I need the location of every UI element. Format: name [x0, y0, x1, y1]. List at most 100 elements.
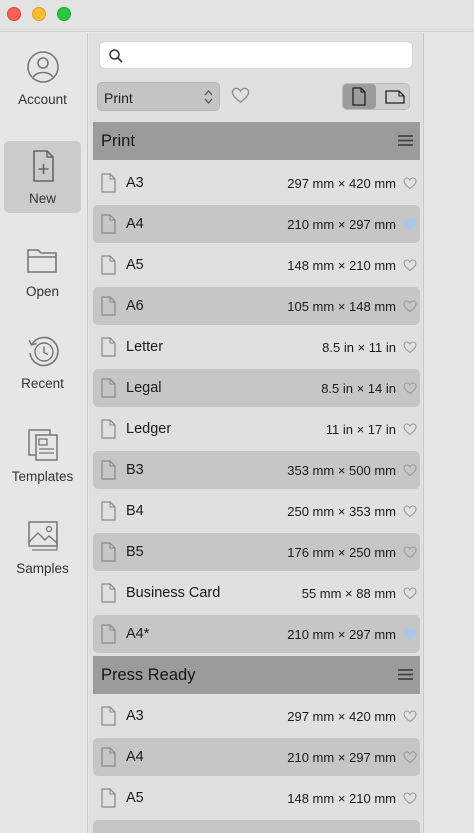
search-icon [109, 49, 123, 63]
sidebar-item-templates[interactable]: Templates [4, 419, 81, 491]
search-input[interactable] [128, 45, 408, 65]
paper-dimensions: 148 mm × 210 mm [287, 258, 396, 273]
paper-size-name: A4 [126, 749, 144, 765]
filter-toolbar: Print [89, 77, 423, 117]
category-select-value: Print [104, 90, 133, 106]
sidebar-item-label: Open [25, 284, 60, 299]
paper-size-name: A3 [126, 175, 144, 191]
category-select[interactable]: Print [97, 82, 220, 111]
page-icon [101, 583, 116, 603]
sidebar-item-label: Samples [16, 561, 69, 576]
list-item[interactable]: A4 210 mm × 297 mm [93, 738, 420, 776]
orientation-toggle [342, 83, 410, 110]
paper-size-name: B5 [126, 544, 144, 560]
paper-size-name: A4* [126, 626, 150, 642]
list-item[interactable]: A6 105 mm × 148 mm [93, 287, 420, 325]
paper-dimensions: 250 mm × 353 mm [287, 504, 396, 519]
paper-size-name: Business Card [126, 585, 221, 601]
favorite-heart-icon[interactable] [403, 791, 417, 805]
list-item[interactable]: A4 210 mm × 297 mm [93, 205, 420, 243]
sidebar-item-new[interactable]: New [4, 141, 81, 213]
page-icon [101, 255, 116, 275]
paper-dimensions: 210 mm × 297 mm [287, 217, 396, 232]
paper-dimensions: 148 mm × 210 mm [287, 791, 396, 806]
favorite-heart-icon[interactable] [403, 217, 417, 231]
paper-size-name: B3 [126, 462, 144, 478]
page-icon [101, 501, 116, 521]
sidebar-item-open[interactable]: Open [4, 234, 81, 306]
portrait-page-icon [352, 87, 366, 106]
list-item[interactable]: B3 353 mm × 500 mm [93, 451, 420, 489]
sidebar-item-label: Account [18, 92, 67, 107]
new-document-icon [33, 150, 54, 182]
paper-dimensions: 353 mm × 500 mm [287, 463, 396, 478]
page-icon [101, 419, 116, 439]
list-item[interactable]: Ledger 11 in × 17 in [93, 410, 420, 448]
paper-size-name: B4 [126, 503, 144, 519]
landscape-page-icon [385, 90, 405, 104]
paper-size-name: Letter [126, 339, 164, 355]
page-icon [101, 788, 116, 808]
page-icon [101, 296, 116, 316]
list-item[interactable]: A4* 210 mm × 297 mm [93, 615, 420, 653]
sidebar-item-recent[interactable]: Recent [4, 326, 81, 398]
page-icon [101, 173, 116, 193]
hamburger-menu-icon[interactable] [398, 134, 413, 147]
favorite-heart-icon[interactable] [403, 750, 417, 764]
window-close-button[interactable] [7, 7, 21, 21]
sidebar-item-account[interactable]: Account [4, 42, 81, 114]
favorite-heart-icon[interactable] [403, 586, 417, 600]
favorite-heart-icon[interactable] [403, 258, 417, 272]
paper-dimensions: 11 in × 17 in [325, 422, 396, 437]
paper-size-name: A4 [126, 216, 144, 232]
paper-dimensions: 8.5 in × 14 in [321, 381, 396, 396]
list-item[interactable]: Business Card 55 mm × 88 mm [93, 574, 420, 612]
list-item[interactable]: A5 148 mm × 210 mm [93, 246, 420, 284]
paper-dimensions: 176 mm × 250 mm [287, 545, 396, 560]
page-icon [101, 460, 116, 480]
paper-size-name: A5 [126, 257, 144, 273]
favorite-heart-icon[interactable] [403, 381, 417, 395]
favorite-heart-icon[interactable] [403, 340, 417, 354]
hamburger-menu-icon[interactable] [398, 668, 413, 681]
paper-dimensions: 8.5 in × 11 in [322, 340, 396, 355]
recent-clock-icon [28, 336, 59, 367]
page-icon [101, 542, 116, 562]
account-icon [27, 51, 59, 83]
list-item[interactable]: A5 148 mm × 210 mm [93, 779, 420, 817]
window-zoom-button[interactable] [57, 7, 71, 21]
section-title: Print [101, 132, 135, 150]
paper-dimensions: 297 mm × 420 mm [287, 709, 396, 724]
section-header-print[interactable]: Print [93, 122, 420, 160]
list-item[interactable]: Letter 8.5 in × 11 in [93, 328, 420, 366]
page-icon [101, 378, 116, 398]
list-item[interactable] [93, 820, 420, 833]
landscape-orientation-button[interactable] [377, 84, 410, 109]
favorites-filter-heart-icon[interactable] [231, 86, 250, 105]
list-item[interactable]: B5 176 mm × 250 mm [93, 533, 420, 571]
search-field[interactable] [99, 41, 413, 69]
window-titlebar [0, 0, 474, 32]
paper-size-name: A6 [126, 298, 144, 314]
section-header-press-ready[interactable]: Press Ready [93, 656, 420, 694]
portrait-orientation-button[interactable] [343, 84, 376, 109]
paper-size-name: A5 [126, 790, 144, 806]
list-item[interactable]: A3 297 mm × 420 mm [93, 164, 420, 202]
paper-size-name: A3 [126, 708, 144, 724]
list-item[interactable]: A3 297 mm × 420 mm [93, 697, 420, 735]
favorite-heart-icon[interactable] [403, 504, 417, 518]
favorite-heart-icon[interactable] [403, 545, 417, 559]
favorite-heart-icon[interactable] [403, 299, 417, 313]
list-item[interactable]: B4 250 mm × 353 mm [93, 492, 420, 530]
favorite-heart-icon[interactable] [403, 422, 417, 436]
paper-dimensions: 297 mm × 420 mm [287, 176, 396, 191]
favorite-heart-icon[interactable] [403, 627, 417, 641]
favorite-heart-icon[interactable] [403, 709, 417, 723]
sidebar-item-samples[interactable]: Samples [4, 511, 81, 583]
favorite-heart-icon[interactable] [403, 463, 417, 477]
list-item[interactable]: Legal 8.5 in × 14 in [93, 369, 420, 407]
favorite-heart-icon[interactable] [403, 176, 417, 190]
up-down-chevron-icon [204, 90, 213, 104]
window-minimize-button[interactable] [32, 7, 46, 21]
document-size-panel: Print Print A3 297 mm × 420 mm A4 210 mm… [89, 33, 423, 833]
